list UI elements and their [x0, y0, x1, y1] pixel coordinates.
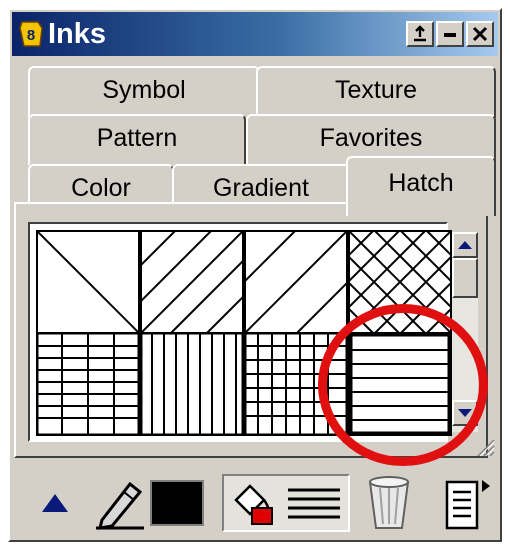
- app-logo-icon: 8: [19, 21, 43, 47]
- hatch-swatch-vertical-lines[interactable]: [140, 332, 244, 436]
- restore-button[interactable]: [406, 21, 434, 47]
- fill-bucket-icon[interactable]: [230, 482, 276, 526]
- up-arrow-icon[interactable]: [40, 488, 70, 516]
- hatch-swatch-diagonal-forward-wide[interactable]: [140, 230, 244, 334]
- resize-grip-icon[interactable]: [474, 436, 496, 458]
- hatch-swatch-diagonal-single[interactable]: [36, 230, 140, 334]
- selection-highlight-circle: [318, 304, 488, 466]
- window-title: Inks: [48, 18, 107, 50]
- fill-tool-group[interactable]: [222, 474, 350, 532]
- minimize-button[interactable]: [436, 21, 464, 47]
- svg-text:8: 8: [27, 27, 35, 44]
- minimize-icon: [444, 33, 456, 37]
- tab-texture[interactable]: Texture: [256, 66, 496, 118]
- scroll-up-button[interactable]: [452, 232, 478, 258]
- title-bar[interactable]: 8 Inks: [12, 12, 498, 56]
- restore-icon: [414, 25, 426, 42]
- fill-pattern-preview[interactable]: [286, 484, 342, 524]
- close-icon: [472, 26, 488, 42]
- close-button[interactable]: [466, 21, 494, 47]
- tab-pattern[interactable]: Pattern: [28, 114, 246, 166]
- tab-hatch[interactable]: Hatch: [346, 156, 496, 216]
- hatch-swatch-grid-horizontal-heavy[interactable]: [36, 332, 140, 436]
- pen-icon[interactable]: [94, 476, 146, 530]
- scroll-thumb[interactable]: [452, 258, 478, 298]
- scroll-up-icon: [458, 241, 472, 249]
- pen-color-swatch[interactable]: [150, 480, 204, 526]
- panel-menu-icon[interactable]: [444, 476, 494, 532]
- hatch-swatch-diagonal-forward-narrow[interactable]: [244, 230, 348, 334]
- tab-symbol[interactable]: Symbol: [28, 66, 260, 118]
- wastebasket-icon[interactable]: [366, 474, 412, 532]
